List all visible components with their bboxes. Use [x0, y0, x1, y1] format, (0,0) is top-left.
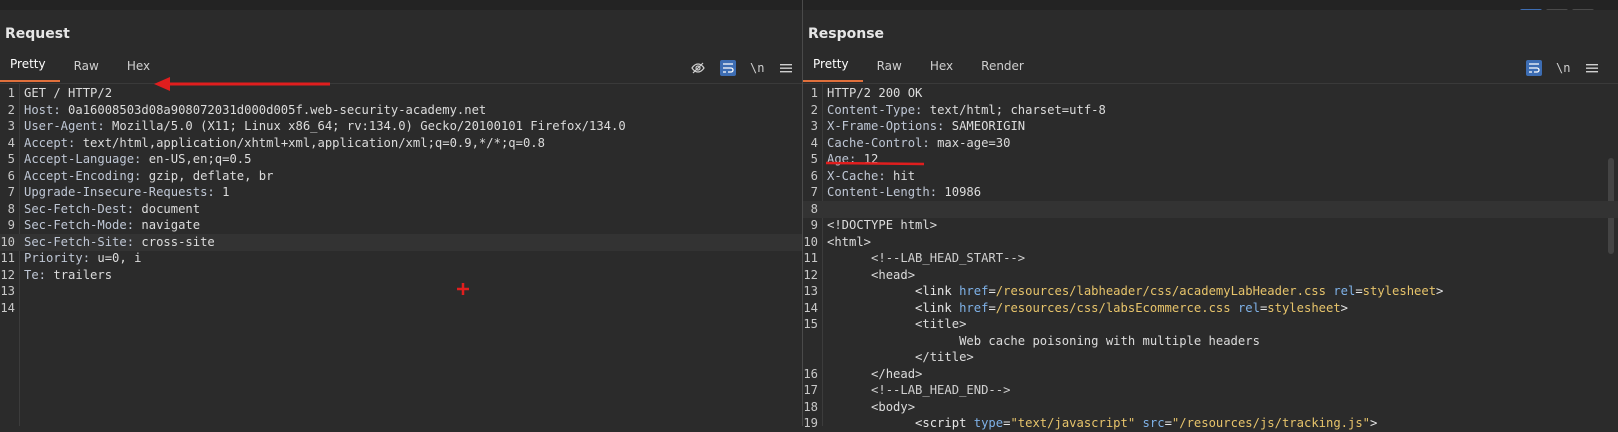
red-arrow-annotation: [154, 77, 330, 91]
red-plus-marker: [457, 283, 469, 295]
annotation-layer: [154, 77, 925, 295]
red-underline-annotation: [825, 161, 925, 166]
